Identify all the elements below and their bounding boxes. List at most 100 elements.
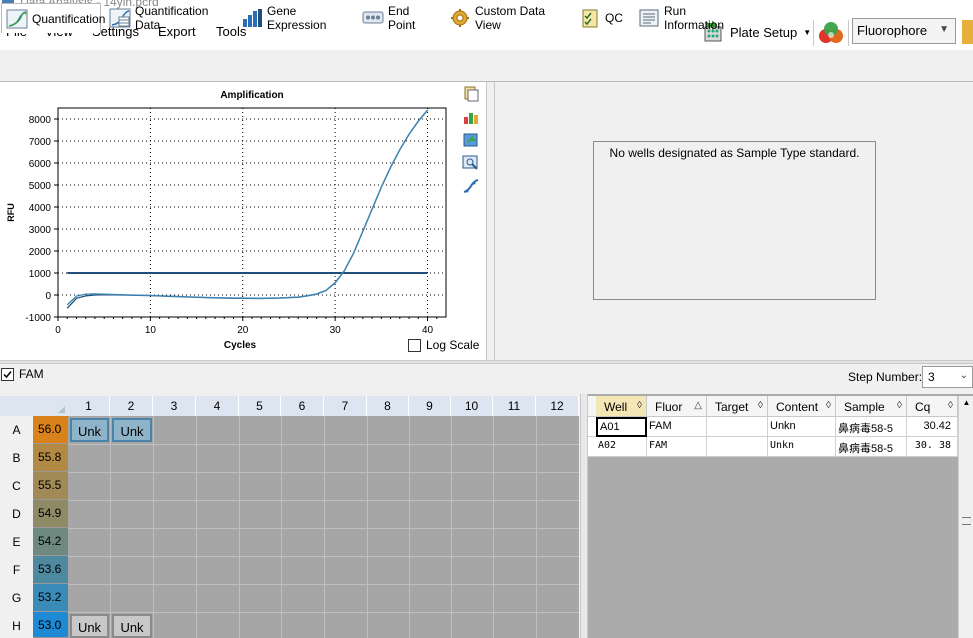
fam-checkbox[interactable] [1, 367, 14, 381]
tab-end-point[interactable]: End Point [357, 3, 441, 32]
row-header[interactable] [588, 437, 596, 457]
bar-chart-icon [243, 9, 262, 27]
well-a2[interactable]: Unk [112, 418, 152, 442]
column-header-sample[interactable]: Sample ◊ [836, 396, 907, 417]
grid-line [536, 416, 537, 638]
plate-column-header[interactable]: 1 [68, 396, 110, 416]
results-table: Well ◊ Fluor △ Target ◊ Content ◊ Sample ◊ Cq ◊ A01 F… [588, 394, 973, 638]
plate-column-header[interactable]: 9 [409, 396, 451, 416]
tab-run-information[interactable]: Run Information [633, 3, 743, 32]
plate-row-header[interactable]: G [0, 584, 33, 612]
plate-row-header[interactable]: E [0, 528, 33, 556]
toolbar-edge-icon[interactable] [962, 20, 973, 44]
scroll-up-icon[interactable]: ▲ [961, 398, 972, 408]
grid-line [68, 472, 579, 473]
step-number-select[interactable]: 3 ⌄ [922, 366, 973, 388]
chart-settings-icon[interactable] [462, 109, 480, 125]
plate-column-header[interactable]: 11 [493, 396, 536, 416]
table-cell-target[interactable] [707, 417, 768, 437]
plate-column-header[interactable]: 8 [367, 396, 409, 416]
plate-column-header[interactable]: 6 [281, 396, 324, 416]
sort-icon[interactable]: △ [694, 400, 702, 411]
well-h1[interactable]: Unk [70, 614, 109, 638]
sort-icon[interactable]: ◊ [826, 400, 831, 411]
x-tick-label: 10 [145, 325, 157, 336]
vertical-splitter[interactable] [580, 394, 588, 638]
grid-line [196, 416, 197, 638]
y-tick-label: 4000 [29, 203, 52, 214]
sort-icon[interactable]: ◊ [637, 400, 642, 411]
table-cell-target[interactable] [707, 437, 768, 457]
plate-row-header[interactable]: H [0, 612, 33, 638]
sort-icon[interactable]: ◊ [897, 400, 902, 411]
log-scale-toggle[interactable]: Log Scale [408, 338, 479, 352]
plate-row-header[interactable]: A [0, 416, 33, 444]
row-header[interactable] [588, 417, 596, 437]
plate-column-header[interactable]: 12 [536, 396, 579, 416]
chart-title: Amplification [220, 90, 283, 101]
x-tick-label: 40 [422, 325, 434, 336]
gradient-temperature: 55.5 [33, 472, 68, 500]
well-a1[interactable]: Unk [70, 418, 109, 442]
plate-column-header[interactable]: 2 [110, 396, 153, 416]
tab-qc[interactable]: QC [574, 3, 628, 32]
plate-row-header[interactable]: D [0, 500, 33, 528]
fluorophore-color-icon[interactable] [818, 21, 844, 45]
tab-quantification[interactable]: Quantification [1, 3, 105, 33]
plate-row-header[interactable]: C [0, 472, 33, 500]
column-header-content[interactable]: Content ◊ [768, 396, 836, 417]
plate-column-header[interactable]: 3 [153, 396, 196, 416]
scrollbar-grip[interactable] [962, 517, 971, 525]
table-cell-cq[interactable]: 30. 38 [907, 437, 958, 457]
fam-filter[interactable]: FAM [1, 367, 44, 381]
grid-line [493, 416, 494, 638]
gradient-temperature: 54.9 [33, 500, 68, 528]
tab-quantification-data[interactable]: Quantification Data [104, 3, 232, 32]
well-h2[interactable]: Unk [112, 614, 152, 638]
no-standards-message: No wells designated as Sample Type stand… [609, 146, 860, 160]
plate-row-header[interactable]: F [0, 556, 33, 584]
table-cell-content[interactable]: Unkn [768, 417, 836, 437]
curve-fit-icon[interactable] [462, 178, 480, 194]
column-header-fluor[interactable]: Fluor △ [647, 396, 707, 417]
plate-column-header[interactable]: 5 [239, 396, 281, 416]
fluorophore-select[interactable]: Fluorophore ▼ [852, 18, 956, 44]
y-tick-label: 8000 [29, 115, 52, 126]
table-cell-sample[interactable]: 鼻病毒58-5 [836, 437, 907, 457]
plate-column-header[interactable]: 10 [451, 396, 493, 416]
table-scrollbar[interactable]: ▲ [958, 396, 973, 638]
zoom-chart-icon[interactable] [462, 155, 480, 171]
table-cell-cq[interactable]: 30.42 [907, 417, 958, 437]
sort-icon[interactable]: ◊ [948, 400, 953, 411]
chevron-down-icon: ⌄ [959, 370, 968, 381]
view-tabs [0, 50, 973, 82]
column-header-target[interactable]: Target ◊ [707, 396, 768, 417]
plate-column-header[interactable]: 4 [196, 396, 239, 416]
tab-label: Custom Data View [475, 4, 546, 32]
table-cell-well[interactable]: A01 [596, 417, 647, 437]
copy-icon[interactable] [462, 86, 480, 102]
grid-line [110, 416, 111, 638]
tab-label: End Point [388, 4, 416, 32]
table-cell-content[interactable]: Unkn [768, 437, 836, 457]
column-header-cq[interactable]: Cq ◊ [907, 396, 958, 417]
export-chart-icon[interactable] [462, 132, 480, 148]
log-scale-checkbox[interactable] [408, 338, 421, 352]
table-cell-fluor[interactable]: FAM [647, 437, 707, 457]
tab-custom-data-view[interactable]: Custom Data View [444, 3, 570, 32]
sort-icon[interactable]: ◊ [758, 400, 763, 411]
plate-view: 1 2 3 4 5 6 7 8 9 10 11 12 A 56.0 B 55.8 C 55.5 D 54.9 E 54.2… [0, 394, 580, 638]
plate-corner[interactable] [0, 396, 68, 416]
standard-curve-box: No wells designated as Sample Type stand… [593, 141, 876, 300]
plate-row-header[interactable]: B [0, 444, 33, 472]
plate-column-header[interactable]: 7 [324, 396, 367, 416]
column-header-well[interactable]: Well ◊ [596, 396, 647, 417]
tab-label: QC [605, 11, 623, 25]
tab-gene-expression[interactable]: Gene Expression [236, 3, 354, 32]
table-cell-sample[interactable]: 鼻病毒58-5 [836, 417, 907, 437]
table-cell-fluor[interactable]: FAM [647, 417, 707, 437]
amplification-curve-icon [6, 9, 28, 28]
table-cell-well[interactable]: A02 [596, 437, 647, 457]
grid-line [68, 444, 579, 445]
amplification-chart[interactable]: 0 10 20 30 40 -1000 0 1000 2000 3000 4000 5000 6000 7… [0, 82, 487, 360]
